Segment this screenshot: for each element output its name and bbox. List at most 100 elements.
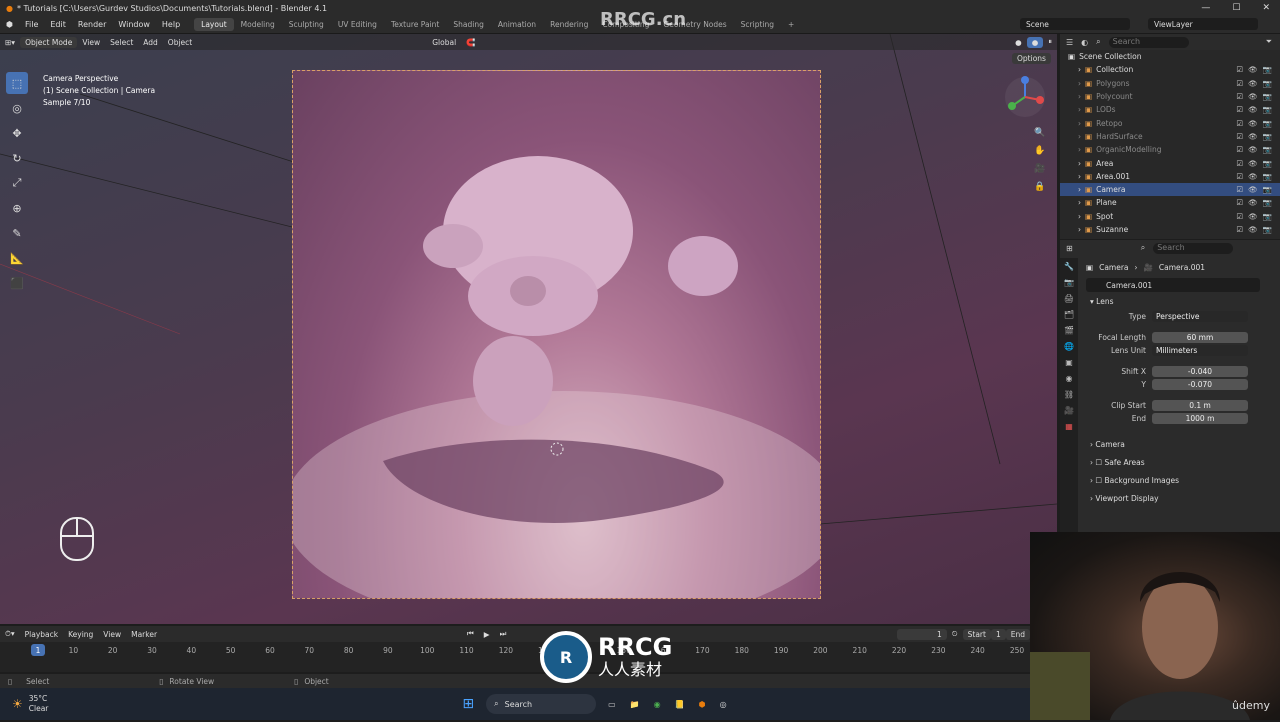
checkbox-icon[interactable]: ☑: [1236, 132, 1243, 141]
pause-icon[interactable]: ⏸: [1043, 36, 1057, 48]
add-workspace-button[interactable]: +: [781, 18, 801, 31]
scene-tab-icon[interactable]: 🎬: [1064, 326, 1074, 335]
scene-selector[interactable]: Scene: [1020, 18, 1130, 30]
menu-file[interactable]: File: [19, 20, 44, 29]
expand-chevron-icon[interactable]: ›: [1078, 159, 1081, 168]
maximize-icon[interactable]: ☐: [1232, 3, 1240, 13]
camera-render-icon[interactable]: 📷: [1263, 132, 1272, 141]
jump-start-icon[interactable]: ⏮: [462, 628, 479, 640]
tool-tab-icon[interactable]: 🔧: [1064, 262, 1074, 271]
jump-end-icon[interactable]: ⏭: [495, 628, 512, 640]
outliner-item[interactable]: › ▣ Polycount ☑ 👁 📷: [1060, 90, 1280, 103]
expand-chevron-icon[interactable]: ›: [1078, 65, 1081, 74]
outliner-item[interactable]: › ▣ HardSurface ☑ 👁 📷: [1060, 130, 1280, 143]
menu-window[interactable]: Window: [112, 20, 156, 29]
camera-render-icon[interactable]: 📷: [1263, 225, 1272, 234]
outliner-root[interactable]: ▣ Scene Collection: [1060, 50, 1280, 63]
current-frame-field[interactable]: 1: [896, 628, 947, 640]
outliner-item[interactable]: › ▣ Collection ☑ 👁 📷: [1060, 63, 1280, 76]
checkbox-icon[interactable]: ☑: [1236, 105, 1243, 114]
windows-start-icon[interactable]: ⊞: [462, 696, 474, 712]
clip-end-field[interactable]: 1000 m: [1152, 413, 1248, 424]
menu-help[interactable]: Help: [156, 20, 186, 29]
close-icon[interactable]: ✕: [1262, 3, 1270, 13]
focal-length-field[interactable]: 60 mm: [1152, 332, 1248, 343]
tab-uv-editing[interactable]: UV Editing: [331, 18, 384, 31]
camera-render-icon[interactable]: 📷: [1263, 145, 1272, 154]
editor-type-icon[interactable]: ⊞▾: [0, 37, 20, 48]
camera-render-icon[interactable]: 📷: [1263, 119, 1272, 128]
tab-sculpting[interactable]: Sculpting: [282, 18, 331, 31]
lens-panel-header[interactable]: ▾ Lens: [1060, 292, 1280, 310]
object-tab-icon[interactable]: ▣: [1065, 358, 1073, 367]
constraints-tab-icon[interactable]: ⛓: [1064, 390, 1074, 399]
outliner-search-input[interactable]: Search: [1108, 36, 1189, 48]
background-images-panel-header[interactable]: › ☐ Background Images: [1060, 471, 1280, 489]
output-tab-icon[interactable]: 🖨: [1064, 294, 1074, 303]
tab-scripting[interactable]: Scripting: [734, 18, 781, 31]
checkbox-icon[interactable]: ☑: [1236, 92, 1243, 101]
lock-icon[interactable]: 🔒: [1034, 182, 1045, 192]
add-cube-icon[interactable]: ⬛: [6, 272, 28, 294]
transform-icon[interactable]: ⊕: [6, 197, 28, 219]
expand-chevron-icon[interactable]: ›: [1078, 172, 1081, 181]
expand-chevron-icon[interactable]: ›: [1078, 212, 1081, 221]
blender-menu-icon[interactable]: ⬢: [0, 20, 19, 29]
obs-icon[interactable]: ◎: [720, 700, 727, 709]
navigation-gizmo[interactable]: [1002, 74, 1048, 120]
scale-icon[interactable]: ⤢: [6, 172, 28, 194]
type-dropdown[interactable]: Perspective: [1152, 311, 1248, 322]
checkbox-icon[interactable]: ☑: [1236, 65, 1243, 74]
shading-rendered-icon[interactable]: ●: [1026, 36, 1044, 48]
world-tab-icon[interactable]: 🌐: [1064, 342, 1074, 351]
eye-icon[interactable]: 👁: [1248, 212, 1258, 221]
outliner-item[interactable]: › ▣ Suzanne ☑ 👁 📷: [1060, 223, 1280, 236]
expand-chevron-icon[interactable]: ›: [1078, 119, 1081, 128]
physics-tab-icon[interactable]: ◉: [1066, 374, 1073, 383]
expand-chevron-icon[interactable]: ›: [1078, 132, 1081, 141]
checkbox-icon[interactable]: ☑: [1236, 212, 1243, 221]
tab-layout[interactable]: Layout: [194, 18, 234, 31]
weather-icon[interactable]: ☀: [0, 697, 23, 711]
move-icon[interactable]: ✥: [6, 122, 28, 144]
camera-data-tab-icon[interactable]: 🎥: [1064, 406, 1074, 415]
view-layer-tab-icon[interactable]: 🗂: [1064, 310, 1074, 319]
camera-render-icon[interactable]: 📷: [1263, 185, 1272, 194]
shift-x-field[interactable]: -0.040: [1152, 366, 1248, 377]
eye-icon[interactable]: 👁: [1248, 79, 1258, 88]
tab-rendering[interactable]: Rendering: [543, 18, 595, 31]
eye-icon[interactable]: 👁: [1248, 105, 1258, 114]
tab-texture-paint[interactable]: Texture Paint: [384, 18, 446, 31]
datablock-selector[interactable]: Camera.001: [1086, 278, 1260, 292]
taskbar-search[interactable]: ⌕ Search: [486, 694, 597, 714]
options-button[interactable]: Options: [1012, 53, 1051, 64]
camera-render-icon[interactable]: 📷: [1263, 92, 1272, 101]
expand-chevron-icon[interactable]: ›: [1078, 225, 1081, 234]
outliner-item[interactable]: › ▣ LODs ☑ 👁 📷: [1060, 103, 1280, 116]
chrome-icon[interactable]: ◉: [654, 700, 661, 709]
display-mode-icon[interactable]: ◐: [1081, 38, 1088, 47]
pan-hand-icon[interactable]: ✋: [1034, 146, 1045, 156]
eye-icon[interactable]: 👁: [1248, 145, 1258, 154]
camera-view-icon[interactable]: 🎥: [1034, 164, 1045, 174]
filter-icon[interactable]: ⏷: [1266, 37, 1280, 47]
playback-menu[interactable]: Playback: [20, 629, 63, 640]
outliner-item[interactable]: › ▣ Plane ☑ 👁 📷: [1060, 196, 1280, 209]
menu-edit[interactable]: Edit: [44, 20, 72, 29]
texture-tab-icon[interactable]: ▦: [1065, 422, 1073, 431]
keying-menu[interactable]: Keying: [63, 629, 98, 640]
properties-search-input[interactable]: Search: [1153, 242, 1234, 254]
weather-widget[interactable]: 35°C Clear: [23, 694, 49, 714]
expand-chevron-icon[interactable]: ›: [1078, 105, 1081, 114]
clip-start-field[interactable]: 0.1 m: [1152, 400, 1248, 411]
outliner-item[interactable]: › ▣ Area ☑ 👁 📷: [1060, 156, 1280, 169]
eye-icon[interactable]: 👁: [1248, 119, 1258, 128]
safe-areas-panel-header[interactable]: › ☐ Safe Areas: [1060, 453, 1280, 471]
object-menu[interactable]: Object: [163, 37, 197, 48]
viewport-display-panel-header[interactable]: › Viewport Display: [1060, 489, 1280, 507]
lens-unit-dropdown[interactable]: Millimeters: [1152, 345, 1248, 356]
render-tab-icon[interactable]: 📷: [1064, 278, 1074, 287]
expand-chevron-icon[interactable]: ›: [1078, 92, 1081, 101]
tab-animation[interactable]: Animation: [491, 18, 543, 31]
outliner-item[interactable]: › ▣ Camera ☑ 👁 📷: [1060, 182, 1280, 197]
